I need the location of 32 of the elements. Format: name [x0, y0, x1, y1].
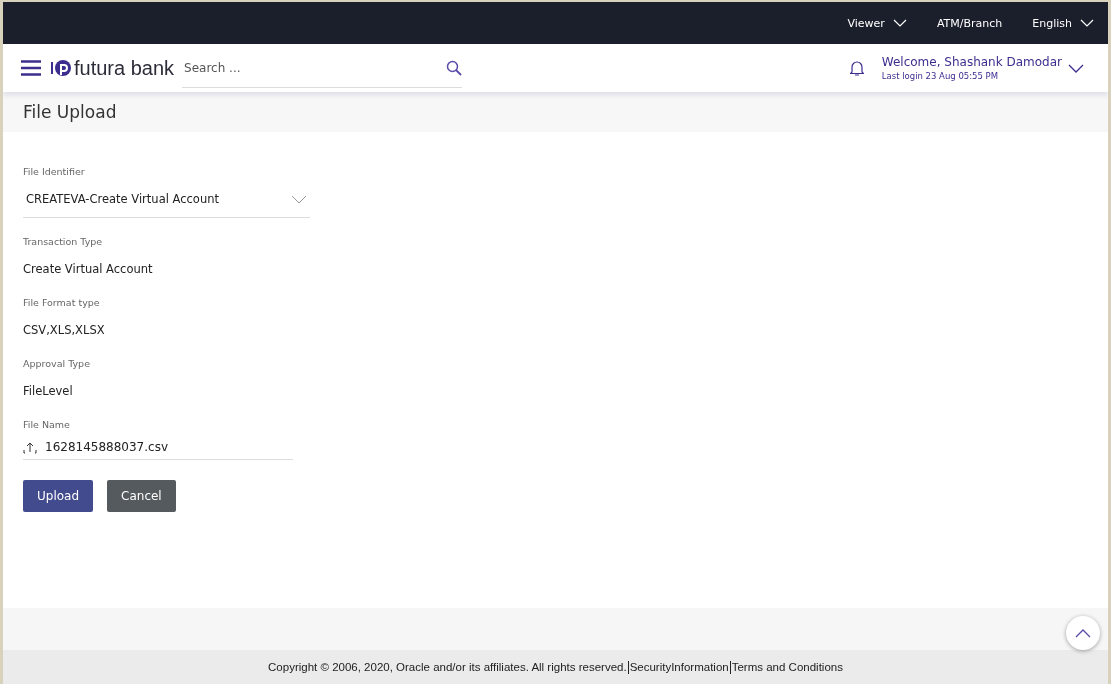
- last-login-text: Last login 23 Aug 05:55 PM: [881, 71, 1000, 81]
- field-value: FileLevel: [23, 384, 74, 398]
- top-menu-item[interactable]: Viewer: [847, 16, 907, 30]
- welcome-text[interactable]: Welcome, Shashank Damodar: [881, 55, 1062, 69]
- logo-icon: [50, 57, 72, 79]
- field-label: File Identifier: [23, 166, 86, 177]
- field-value: Create Virtual Account: [23, 262, 154, 276]
- caret-icon: [291, 194, 307, 204]
- caret-icon[interactable]: [1068, 63, 1084, 73]
- field-label: Approval Type: [23, 358, 91, 369]
- field-label: File Name: [23, 419, 71, 430]
- page-title: File Upload: [23, 102, 117, 122]
- bell-icon[interactable]: [849, 59, 864, 77]
- upload-button[interactable]: Upload: [23, 480, 94, 512]
- file-name: 1628145888037.csv: [45, 440, 169, 454]
- caret-icon: [892, 19, 907, 27]
- copyright-text: Copyright © 2006, 2020, Oracle and/or its affiliates. All rights reserved.: [268, 661, 627, 673]
- caret-icon: [1080, 19, 1094, 27]
- file-identifier-dropdown[interactable]: CREATEVA-Create Virtual Account: [23, 192, 310, 218]
- field-value: CSV,XLS,XLSX: [23, 323, 106, 337]
- logo-text: futura bank: [74, 56, 175, 80]
- search-icon[interactable]: [446, 59, 463, 76]
- top-menu-item[interactable]: ATM/Branch: [936, 16, 1003, 30]
- footer-link[interactable]: SecurityInformation: [629, 661, 729, 673]
- field-label: Transaction Type: [23, 236, 104, 247]
- field-label: File Format type: [23, 297, 101, 308]
- caret-icon: [1075, 628, 1091, 638]
- top-menu-item[interactable]: English: [1032, 16, 1094, 30]
- menu-icon[interactable]: [20, 60, 42, 76]
- upload-icon[interactable]: [23, 440, 37, 454]
- cancel-button[interactable]: Cancel: [107, 480, 176, 512]
- footer-link[interactable]: Terms and Conditions: [731, 661, 843, 673]
